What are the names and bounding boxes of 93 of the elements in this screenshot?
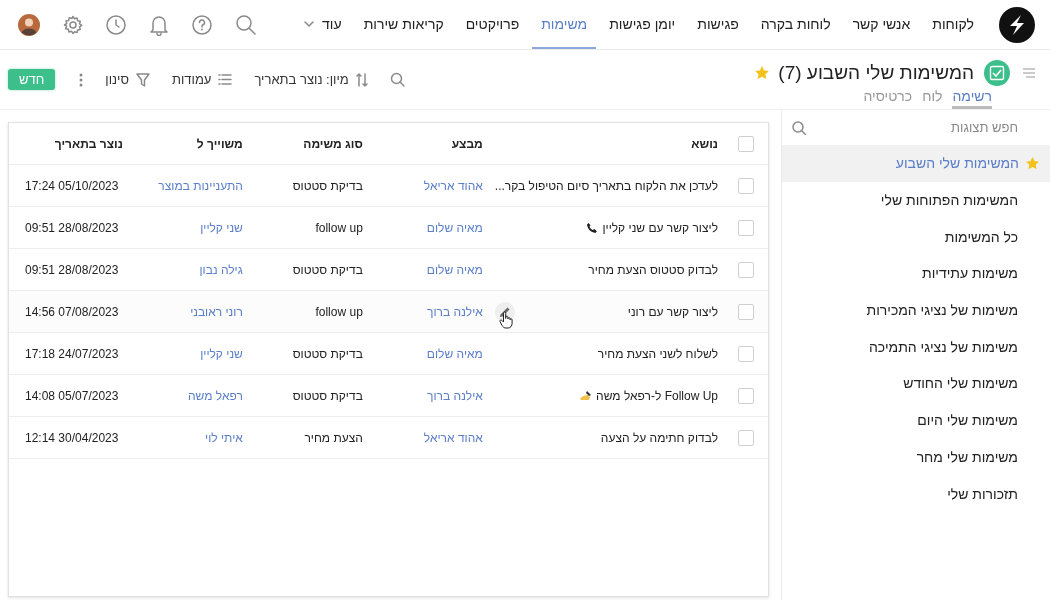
table-cell: הצעת מחיר	[248, 416, 369, 459]
related-link[interactable]: איתי לוי	[205, 430, 243, 445]
table-cell: 12:14 30/04/2023	[9, 416, 129, 459]
task-subject[interactable]: לעדכן את הלקוח בתאריך סיום הטיפול בקר...	[494, 178, 718, 193]
task-subject[interactable]: ליצור קשר עם רוני	[627, 304, 718, 319]
list-icon	[218, 74, 233, 85]
table-cell: 14:08 05/07/2023	[9, 374, 129, 417]
caret-icon	[304, 20, 315, 27]
table-cell: בדיקת סטטוס	[248, 248, 369, 291]
nav-tab[interactable]: משימות	[532, 0, 597, 49]
related-link[interactable]: רפאל משה	[187, 388, 243, 403]
nav-tab[interactable]: פגישות	[688, 0, 748, 49]
view-title: המשימות שלי השבוע (7)	[778, 62, 975, 84]
search-icon[interactable]	[235, 13, 257, 36]
related-link[interactable]: רוני ראובני	[190, 304, 243, 319]
table-cell: follow up	[248, 206, 369, 249]
related-link[interactable]: גילה נבון	[199, 262, 243, 277]
table-cell: בדיקת סטטוס	[248, 164, 369, 207]
table-cell: follow up	[248, 290, 369, 333]
checkbox[interactable]	[738, 135, 754, 152]
sidebar-item[interactable]: כל המשימות	[782, 218, 1050, 256]
task-subject[interactable]: לבדוק סטטוס הצעת מחיר	[588, 262, 718, 277]
table-cell: בדיקת סטטוס	[248, 374, 369, 417]
performer-link[interactable]: מאיה שלום	[426, 346, 483, 361]
writing-hand-icon	[579, 389, 593, 402]
table-cell: 09:51 28/08/2023	[9, 206, 129, 249]
search-field[interactable]: חפש תצוגות	[806, 120, 1018, 135]
checkbox[interactable]	[738, 261, 754, 278]
performer-link[interactable]: מאיה שלום	[426, 262, 483, 277]
performer-link[interactable]: אילנה ברוך	[427, 304, 483, 319]
sidebar-item[interactable]: משימות של נציגי המכירות	[782, 291, 1050, 329]
column-header[interactable]: משוייך ל	[128, 123, 249, 165]
nav-tab[interactable]: פרויקטים	[456, 0, 529, 49]
table-cell: 14:56 07/08/2023	[9, 290, 129, 333]
filter-button[interactable]: סינון	[105, 72, 150, 87]
checkbox[interactable]	[738, 303, 754, 320]
sidebar-item[interactable]: המשימות הפתוחות שלי	[782, 181, 1050, 219]
task-subject[interactable]: Follow Up ל-רפאל משה	[596, 388, 718, 403]
column-header[interactable]: סוג משימה	[248, 123, 369, 165]
search-icon[interactable]	[389, 72, 405, 87]
sidebar-item[interactable]: משימות שלי היום	[782, 401, 1050, 439]
sidebar-item[interactable]: משימות שלי מחר	[782, 438, 1050, 476]
related-link[interactable]: התעניינות במוצר	[158, 178, 243, 193]
performer-link[interactable]: אהוד אריאל	[423, 178, 483, 193]
sidebar-item[interactable]: משימות עתידיות	[782, 255, 1050, 292]
checkbox[interactable]	[738, 219, 754, 236]
task-subject[interactable]: ליצור קשר עם שני קליין	[602, 220, 718, 235]
checkbox[interactable]	[738, 429, 754, 446]
sidebar-item[interactable]: תזכורות שלי	[782, 475, 1050, 512]
avatar-icon[interactable]	[18, 13, 40, 36]
nav-tab[interactable]: יומן פגישות	[600, 0, 685, 49]
sort-icon	[355, 72, 368, 87]
filter-icon	[136, 72, 150, 87]
nav-tab[interactable]: לקוחות	[923, 0, 983, 49]
task-subject[interactable]: לשלוח לשני הצעת מחיר	[597, 346, 718, 361]
more-menu[interactable]: עוד	[295, 0, 351, 49]
sidebar-item[interactable]: משימות שלי החודש	[782, 365, 1050, 402]
settings-icon[interactable]	[63, 14, 83, 35]
sort-button[interactable]: מיון: נוצר בתאריך	[254, 72, 368, 87]
nav-tab[interactable]: קריאות שירות	[354, 0, 453, 49]
logo-icon	[999, 6, 1035, 43]
table-cell: 09:51 28/08/2023	[9, 248, 129, 291]
star-icon[interactable]	[754, 65, 771, 81]
help-icon[interactable]	[192, 14, 212, 35]
sidebar-item[interactable]: המשימות שלי השבוע	[782, 145, 1050, 182]
related-link[interactable]: שני קליין	[200, 346, 243, 361]
task-check-icon	[984, 60, 1010, 86]
column-header[interactable]: נושא	[488, 123, 724, 165]
hand-cursor-icon	[498, 310, 513, 329]
checkbox[interactable]	[738, 345, 754, 362]
clock-icon[interactable]	[106, 14, 126, 35]
table-cell: בדיקת סטטוס	[248, 332, 369, 375]
kebab-icon[interactable]	[79, 72, 84, 87]
sidebar-item[interactable]: משימות של נציגי התמיכה	[782, 328, 1050, 366]
phone-icon	[586, 221, 599, 234]
nav-tab[interactable]: לוחות בקרה	[751, 0, 840, 49]
column-header[interactable]: נוצר בתאריך	[9, 123, 129, 165]
checkbox[interactable]	[738, 177, 754, 194]
columns-button[interactable]: עמודות	[172, 72, 233, 87]
performer-link[interactable]: מאיה שלום	[426, 220, 483, 235]
table-cell: 17:24 05/10/2023	[9, 164, 129, 207]
performer-link[interactable]: אילנה ברוך	[427, 388, 483, 403]
nav-tab[interactable]: אנשי קשר	[843, 0, 920, 49]
checkbox[interactable]	[738, 387, 754, 404]
related-link[interactable]: שני קליין	[200, 220, 243, 235]
performer-link[interactable]: אהוד אריאל	[423, 430, 483, 445]
menu-icon[interactable]	[1022, 68, 1036, 78]
task-subject[interactable]: לבדוק חתימה על הצעה	[600, 430, 718, 445]
column-header[interactable]: מבצע	[368, 123, 489, 165]
search-icon[interactable]	[792, 120, 806, 135]
bell-icon[interactable]	[149, 13, 169, 36]
view-tab[interactable]: רשימה	[952, 88, 992, 109]
table-cell: 17:18 24/07/2023	[9, 332, 129, 375]
